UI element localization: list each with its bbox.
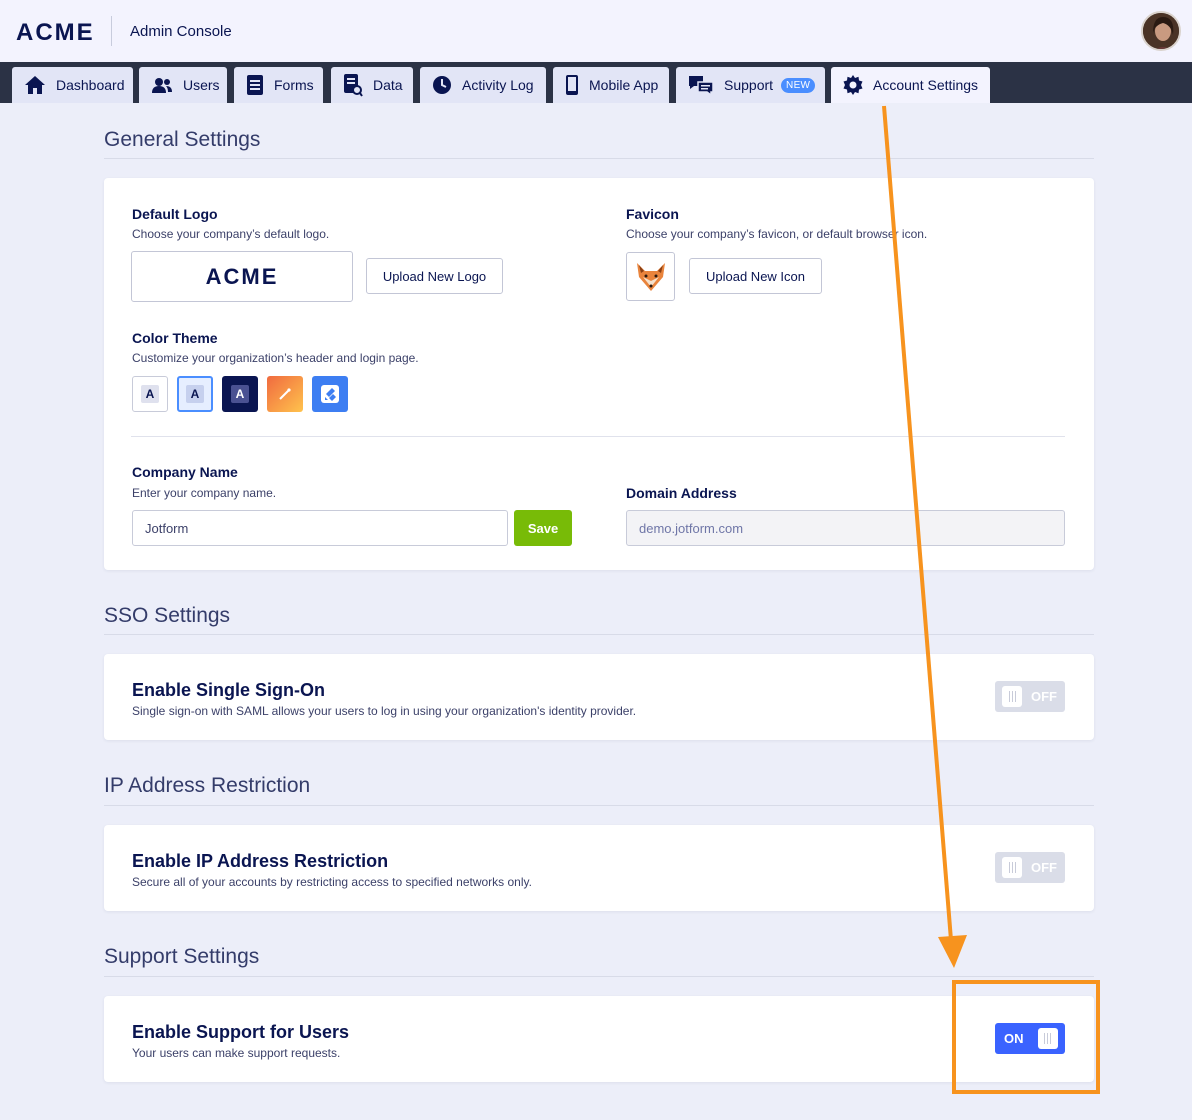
sso-setting-title: Enable Single Sign-On (132, 680, 326, 700)
forms-icon (247, 75, 263, 95)
default-logo-description: Choose your company’s default logo. (132, 227, 330, 241)
admin-console-title: Admin Console (130, 23, 232, 40)
user-avatar[interactable] (1141, 11, 1181, 51)
top-header: ACME Admin Console (0, 0, 1192, 62)
clock-icon (433, 76, 451, 94)
sso-card: Enable Single Sign-On Single sign-on wit… (104, 654, 1094, 740)
data-icon (344, 74, 363, 97)
upload-logo-button[interactable]: Upload New Logo (366, 258, 503, 294)
tab-label: Activity Log (462, 77, 534, 93)
users-icon (152, 78, 172, 93)
swatch-letter: A (186, 385, 204, 403)
company-logo[interactable]: ACME (16, 19, 95, 47)
favicon-label: Favicon (626, 206, 679, 222)
section-divider (104, 976, 1094, 977)
header-divider (111, 16, 112, 46)
fox-icon (636, 262, 665, 291)
favicon-preview (626, 252, 675, 301)
ip-setting-description: Secure all of your accounts by restricti… (132, 875, 532, 889)
domain-address-label: Domain Address (626, 485, 737, 501)
magic-wand-icon (279, 388, 291, 400)
tab-label: Support (724, 77, 774, 93)
support-setting-description: Your users can make support requests. (132, 1046, 341, 1060)
tab-label: Mobile App (589, 77, 659, 93)
support-card: Enable Support for Users Your users can … (104, 996, 1094, 1082)
save-button[interactable]: Save (514, 510, 572, 546)
jotform-logo-icon (321, 385, 339, 403)
toggle-knob (1002, 857, 1022, 878)
company-name-description: Enter your company name. (132, 486, 277, 500)
general-settings-heading: General Settings (104, 128, 261, 151)
tab-label: Forms (274, 77, 314, 93)
color-theme-description: Customize your organization’s header and… (132, 351, 419, 365)
toggle-state: OFF (1031, 860, 1057, 875)
ip-setting-title: Enable IP Address Restriction (132, 851, 389, 871)
theme-swatch-jotform[interactable] (312, 376, 348, 412)
toggle-knob (1002, 686, 1022, 707)
tab-support[interactable]: Support NEW (676, 67, 825, 103)
section-divider (104, 634, 1094, 635)
home-icon (25, 76, 45, 94)
upload-icon-button[interactable]: Upload New Icon (689, 258, 822, 294)
tab-label: Dashboard (56, 77, 125, 93)
color-theme-label: Color Theme (132, 330, 218, 346)
support-settings-heading: Support Settings (104, 945, 260, 968)
domain-address-input[interactable]: demo.jotform.com (626, 510, 1065, 546)
theme-swatch-blue-selected[interactable]: A (177, 376, 213, 412)
chat-icon (689, 76, 714, 96)
annotation-highlight-box (952, 980, 1100, 1094)
tab-activity-log[interactable]: Activity Log (420, 67, 546, 103)
toggle-state: OFF (1031, 689, 1057, 704)
avatar-image (1143, 13, 1179, 49)
tab-dashboard[interactable]: Dashboard (12, 67, 133, 103)
tab-account-settings[interactable]: Account Settings (831, 67, 990, 103)
sso-toggle[interactable]: OFF (995, 681, 1065, 712)
mobile-icon (566, 75, 578, 95)
theme-swatch-custom-gradient[interactable] (267, 376, 303, 412)
ip-restriction-heading: IP Address Restriction (104, 774, 311, 797)
theme-swatch-dark[interactable]: A (222, 376, 258, 412)
tab-data[interactable]: Data (331, 67, 413, 103)
swatch-letter: A (141, 385, 159, 403)
favicon-description: Choose your company’s favicon, or defaul… (626, 227, 928, 241)
sso-setting-description: Single sign-on with SAML allows your use… (132, 704, 637, 718)
section-divider (104, 158, 1094, 159)
general-settings-card: Default Logo Choose your company’s defau… (104, 178, 1094, 570)
sso-settings-heading: SSO Settings (104, 604, 231, 627)
swatch-letter: A (231, 385, 249, 403)
ip-restriction-toggle[interactable]: OFF (995, 852, 1065, 883)
default-logo-label: Default Logo (132, 206, 218, 222)
support-setting-title: Enable Support for Users (132, 1022, 350, 1042)
tab-label: Account Settings (873, 77, 979, 93)
theme-swatch-light[interactable]: A (132, 376, 168, 412)
card-divider (131, 436, 1065, 437)
new-badge: NEW (781, 77, 816, 93)
section-divider (104, 805, 1094, 806)
logo-preview: ACME (131, 251, 353, 302)
tab-label: Data (373, 77, 403, 93)
tab-users[interactable]: Users (139, 67, 227, 103)
tab-mobile-app[interactable]: Mobile App (553, 67, 669, 103)
ip-restriction-card: Enable IP Address Restriction Secure all… (104, 825, 1094, 911)
company-name-label: Company Name (132, 464, 238, 480)
tab-forms[interactable]: Forms (234, 67, 323, 103)
tab-label: Users (183, 77, 220, 93)
gear-icon (843, 75, 863, 95)
main-navigation: Dashboard Users Forms Data Activity Log … (0, 62, 1192, 103)
company-name-input[interactable]: Jotform (132, 510, 508, 546)
